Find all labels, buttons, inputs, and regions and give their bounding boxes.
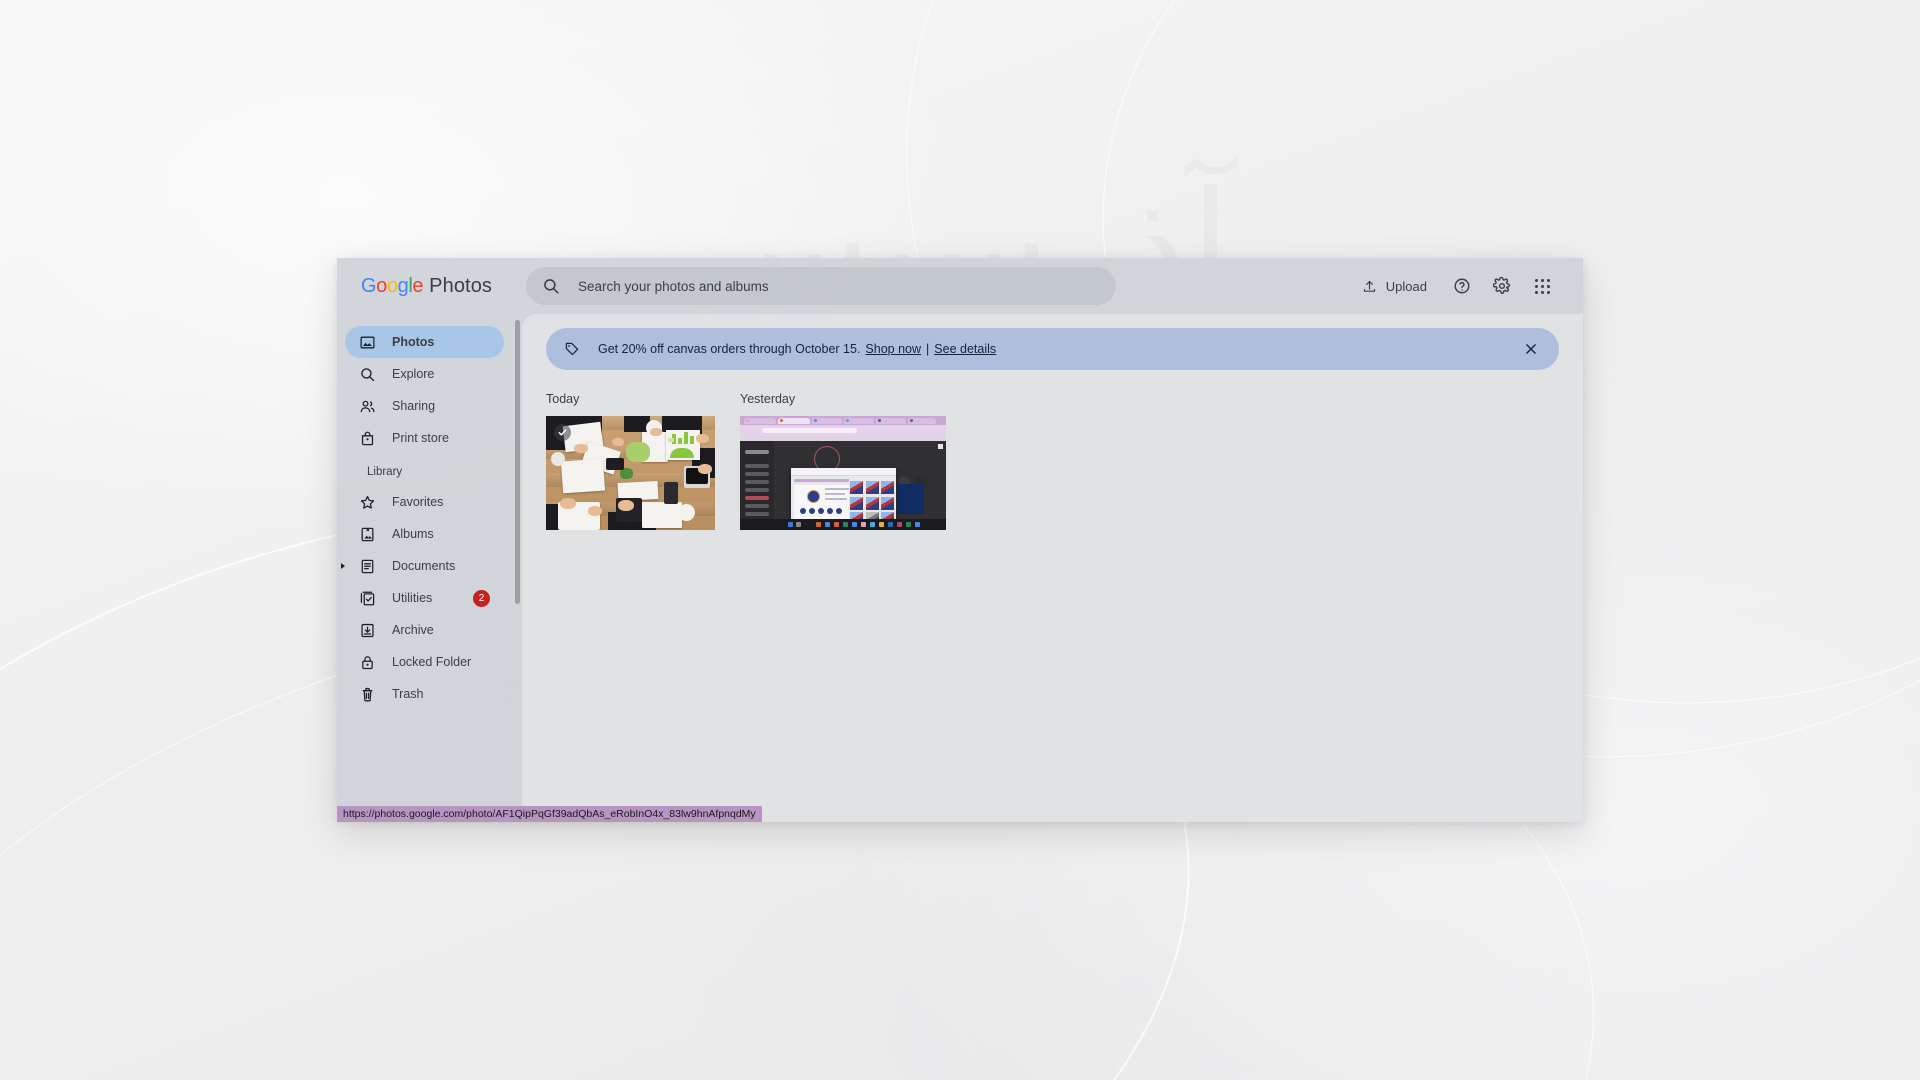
sidebar-item-label: Explore: [392, 367, 435, 381]
trash-icon: [359, 686, 376, 703]
sidebar-item-archive[interactable]: Archive: [345, 614, 504, 646]
photo-group-title: Yesterday: [740, 392, 796, 406]
promo-text: Get 20% off canvas orders through Octobe…: [598, 342, 996, 356]
google-wordmark: Google: [361, 274, 424, 297]
search-input[interactable]: [578, 278, 1101, 294]
promo-shop-now-link[interactable]: Shop now: [865, 342, 921, 356]
search-icon: [542, 277, 560, 295]
photo-select-checkbox[interactable]: [554, 424, 571, 441]
upload-button-label: Upload: [1385, 278, 1427, 294]
lock-icon: [359, 654, 376, 671]
photo-thumbnail[interactable]: [546, 416, 715, 530]
promo-banner: Get 20% off canvas orders through Octobe…: [546, 328, 1559, 370]
shopping-bag-icon: [359, 430, 376, 447]
settings-button[interactable]: [1485, 269, 1519, 303]
photo-group-today: Today: [546, 392, 715, 530]
help-circle-icon: [1453, 277, 1471, 295]
sidebar-item-label: Documents: [392, 559, 456, 573]
people-icon: [359, 398, 376, 415]
tag-icon: [564, 341, 580, 357]
sidebar-item-label: Locked Folder: [392, 655, 472, 669]
upload-icon: [1362, 279, 1377, 294]
sidebar-item-albums[interactable]: Albums: [345, 518, 504, 550]
utilities-badge: 2: [473, 589, 490, 607]
sidebar-item-label: Albums: [392, 527, 434, 541]
apps-button[interactable]: [1525, 269, 1559, 303]
photo-groups: Today Yesterday: [546, 392, 1559, 530]
photo-icon: [359, 334, 376, 351]
sidebar-item-explore[interactable]: Explore: [345, 358, 504, 390]
photo-group-title: Today: [546, 392, 580, 406]
sidebar-item-favorites[interactable]: Favorites: [345, 486, 504, 518]
sidebar-section-label: Library: [367, 466, 403, 478]
archive-icon: [359, 622, 376, 639]
photos-content-area: Get 20% off canvas orders through Octobe…: [522, 314, 1583, 822]
promo-separator: |: [926, 342, 930, 356]
star-icon: [359, 494, 376, 511]
status-bar-url: https://photos.google.com/photo/AF1QipPq…: [337, 806, 762, 822]
sidebar-item-label: Favorites: [392, 495, 444, 509]
promo-message: Get 20% off canvas orders through Octobe…: [598, 342, 861, 356]
sidebar-item-locked-folder[interactable]: Locked Folder: [345, 646, 504, 678]
sidebar-item-label: Sharing: [392, 399, 436, 413]
promo-see-details-link[interactable]: See details: [934, 342, 996, 356]
utilities-icon: [359, 590, 376, 607]
check-circle-icon: [557, 427, 568, 438]
top-toolbar: Google Photos Upload: [337, 258, 1583, 314]
sidebar-item-label: Trash: [392, 687, 424, 701]
help-button[interactable]: [1445, 269, 1479, 303]
sidebar-item-label: Archive: [392, 623, 434, 637]
sidebar-item-photos[interactable]: Photos: [345, 326, 504, 358]
meeting-photo: [546, 416, 715, 530]
product-name: Photos: [429, 274, 493, 297]
chevron-right-icon[interactable]: [341, 563, 345, 569]
google-photos-window: Google Photos Upload: [337, 258, 1583, 822]
promo-close-button[interactable]: [1517, 335, 1545, 363]
sidebar-item-print-store[interactable]: Print store: [345, 422, 504, 454]
instagram-screenshot: [740, 416, 946, 530]
sidebar-item-trash[interactable]: Trash: [345, 678, 504, 710]
sidebar-item-utilities[interactable]: Utilities 2: [345, 582, 504, 614]
toolbar-actions: Upload: [1350, 269, 1563, 303]
photo-thumbnail[interactable]: [740, 416, 946, 530]
document-icon: [359, 558, 376, 575]
close-icon: [1524, 342, 1538, 356]
window-body: Photos Explore Sharing Print store Libra…: [337, 314, 1583, 822]
sidebar-item-label: Print store: [392, 431, 449, 445]
photo-group-yesterday: Yesterday: [740, 392, 946, 530]
upload-button[interactable]: Upload: [1350, 271, 1439, 302]
search-icon: [359, 366, 376, 383]
search-bar[interactable]: [526, 267, 1117, 305]
sidebar-item-documents[interactable]: Documents: [341, 550, 504, 582]
sidebar-item-label: Photos: [392, 335, 435, 349]
sidebar: Photos Explore Sharing Print store Libra…: [337, 314, 522, 822]
brand-logo[interactable]: Google Photos: [361, 275, 492, 298]
sidebar-item-label: Utilities: [392, 591, 433, 605]
gear-icon: [1493, 277, 1511, 295]
apps-grid-icon: [1534, 278, 1550, 294]
sidebar-scroll-area: Photos Explore Sharing Print store Libra…: [337, 326, 522, 822]
album-icon: [359, 526, 376, 543]
sidebar-item-sharing[interactable]: Sharing: [345, 390, 504, 422]
sidebar-scrollbar[interactable]: [515, 320, 520, 604]
